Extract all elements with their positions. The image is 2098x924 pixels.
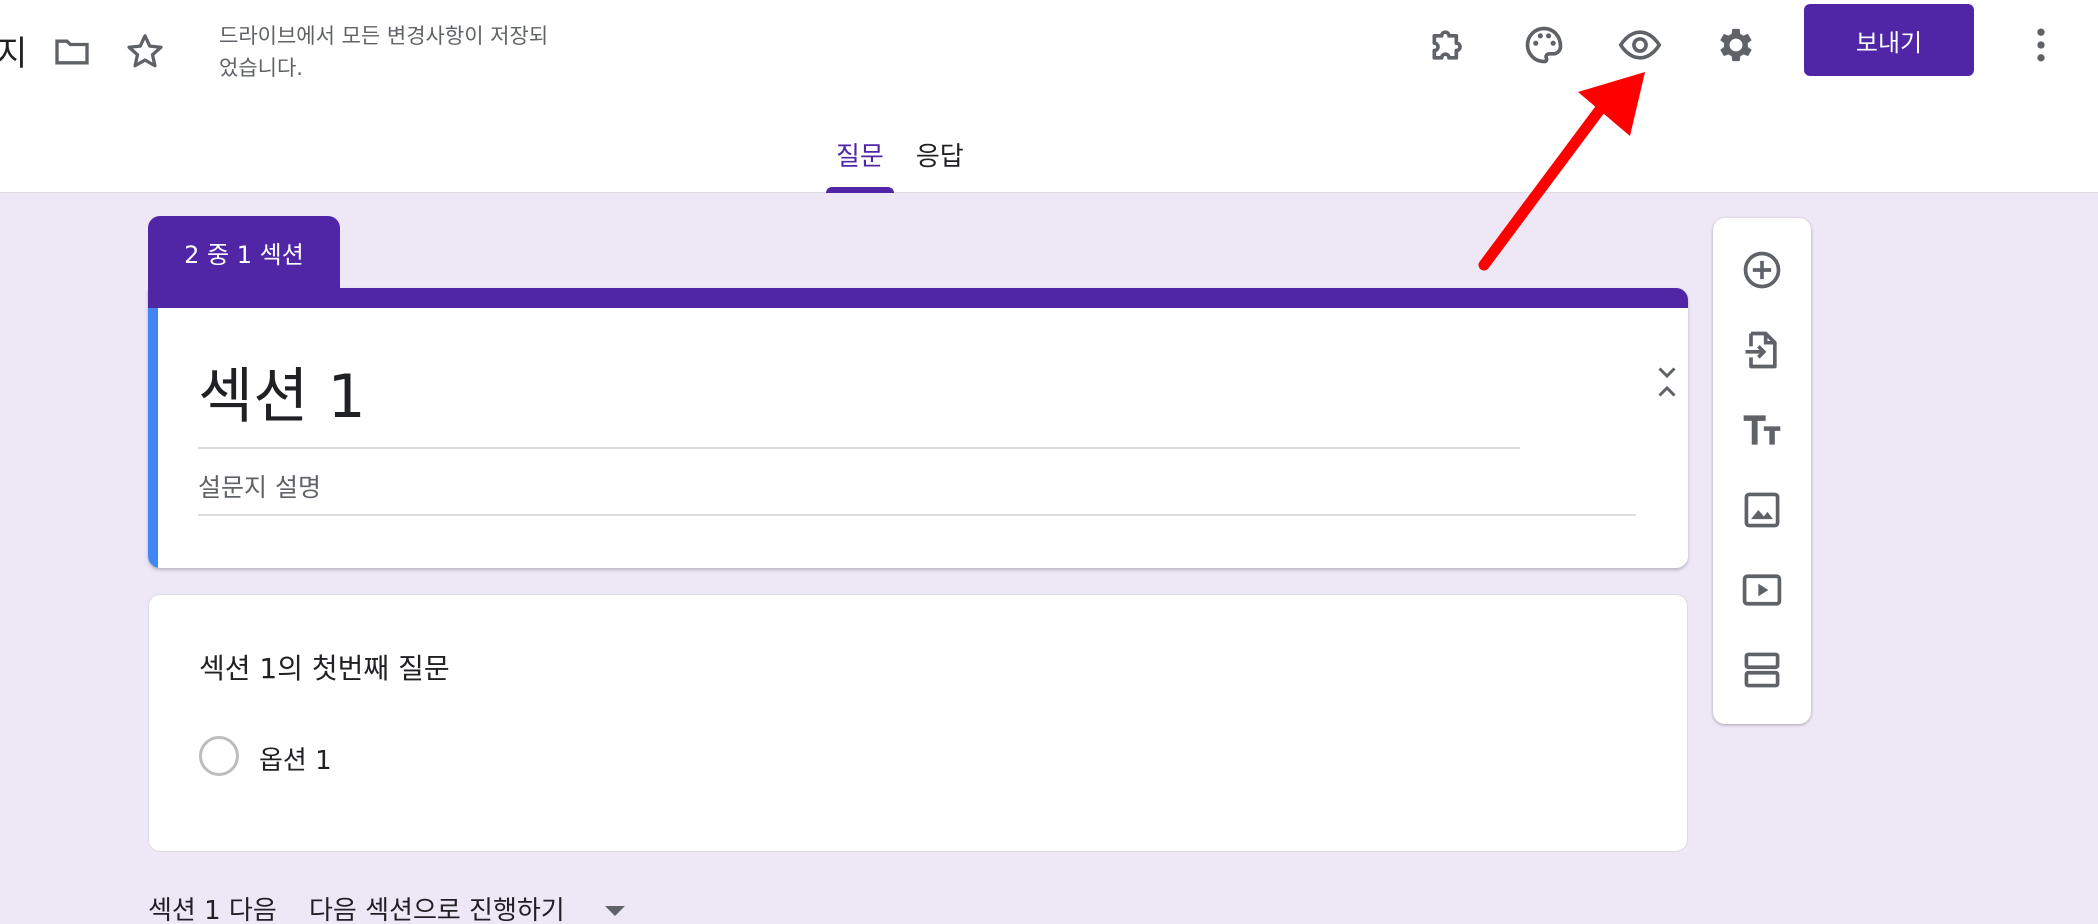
more-options-button[interactable] xyxy=(2010,14,2072,76)
add-title-button[interactable] xyxy=(1730,398,1794,462)
import-questions-button[interactable] xyxy=(1730,318,1794,382)
section-icon xyxy=(1744,652,1780,688)
add-circle-icon xyxy=(1743,251,1781,289)
question-title: 섹션 1의 첫번째 질문 xyxy=(199,652,450,685)
section-header-card[interactable]: 섹션 1 설문지 설명 xyxy=(148,288,1688,568)
add-image-button[interactable] xyxy=(1730,478,1794,542)
title-icon xyxy=(1743,415,1781,445)
form-title[interactable]: 지 xyxy=(0,26,27,75)
palette-icon xyxy=(1525,26,1563,64)
save-status: 드라이브에서 모든 변경사항이 저장되었습니다. xyxy=(219,24,549,80)
eye-icon xyxy=(1618,30,1662,60)
floating-toolbar xyxy=(1713,218,1811,724)
import-icon xyxy=(1745,331,1777,369)
question-card[interactable]: 섹션 1의 첫번째 질문 옵션 1 xyxy=(148,594,1688,852)
option-radio[interactable] xyxy=(199,736,239,776)
option-label: 옵션 1 xyxy=(259,746,332,776)
preview-button[interactable] xyxy=(1609,14,1671,76)
addons-button[interactable] xyxy=(1418,14,1480,76)
send-button[interactable]: 보내기 xyxy=(1804,4,1974,76)
add-section-button[interactable] xyxy=(1730,638,1794,702)
editor-tabs: 질문 응답 xyxy=(820,130,980,193)
customize-theme-button[interactable] xyxy=(1513,14,1575,76)
star-icon[interactable] xyxy=(123,30,167,74)
collapse-section-button[interactable] xyxy=(1643,358,1688,406)
after-section-label: 섹션 1 다음 xyxy=(148,896,277,924)
after-section-dropdown[interactable]: 다음 섹션으로 진행하기 xyxy=(309,884,625,924)
gear-icon xyxy=(1720,28,1752,62)
puzzle-icon xyxy=(1432,30,1462,60)
more-vert-icon xyxy=(2037,28,2045,62)
after-section-value: 다음 섹션으로 진행하기 xyxy=(309,896,565,924)
forms-editor: 지 드라이브에서 모든 변경사항이 저장되었습니다. 보내기 질문 응답 2 중… xyxy=(0,0,2098,924)
folder-icon[interactable] xyxy=(50,32,94,72)
top-bar: 지 드라이브에서 모든 변경사항이 저장되었습니다. 보내기 질문 응답 xyxy=(0,0,2098,193)
section-title-input[interactable]: 섹션 1 xyxy=(198,348,1520,449)
caret-down-icon xyxy=(604,906,625,916)
add-question-button[interactable] xyxy=(1730,238,1794,302)
focus-accent-bar xyxy=(148,308,158,568)
collapse-icon xyxy=(1658,367,1676,397)
add-video-button[interactable] xyxy=(1730,558,1794,622)
section-description-input[interactable]: 설문지 설명 xyxy=(198,468,1636,516)
section-indicator: 2 중 1 섹션 xyxy=(148,216,340,288)
tab-responses[interactable]: 응답 xyxy=(900,130,980,193)
video-icon xyxy=(1742,574,1782,606)
settings-button[interactable] xyxy=(1705,14,1767,76)
image-icon xyxy=(1744,492,1780,528)
tab-questions[interactable]: 질문 xyxy=(820,130,900,193)
